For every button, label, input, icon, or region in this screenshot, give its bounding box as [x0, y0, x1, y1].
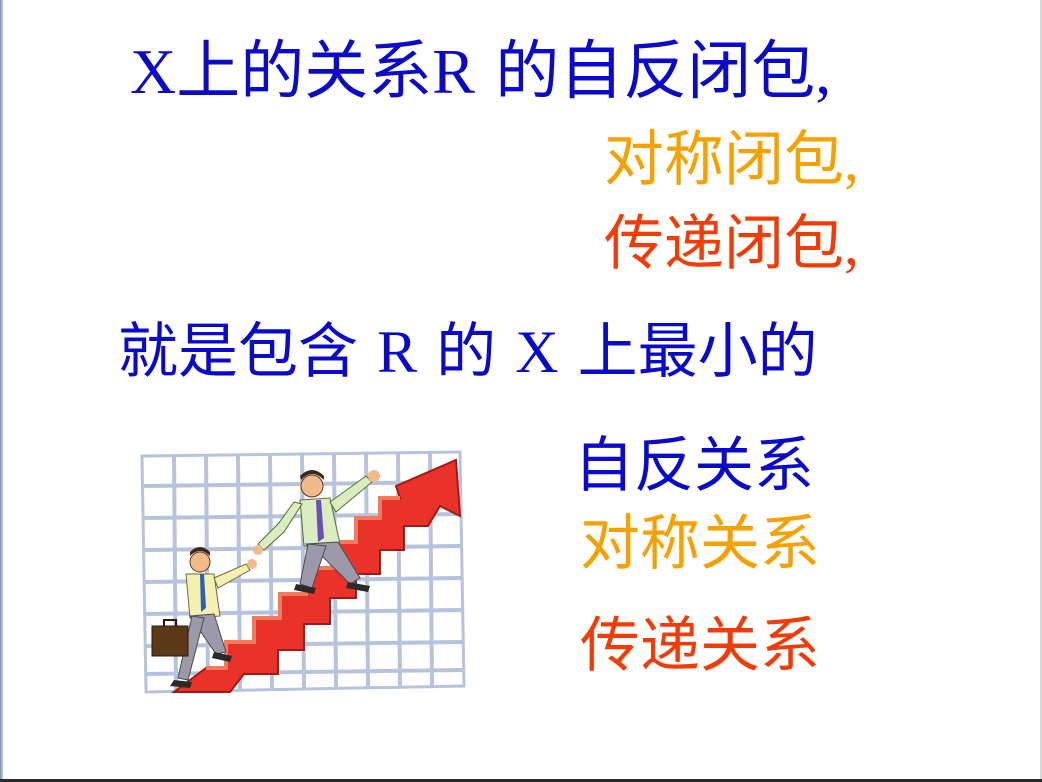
- definition-x-label: X: [515, 319, 559, 385]
- relation-text: 上的关系: [176, 35, 433, 109]
- definition-text-c: 的: [417, 317, 516, 387]
- comma-1: ,: [815, 36, 832, 107]
- comma-2: ,: [844, 127, 859, 193]
- business-growth-staircase-icon: [140, 450, 466, 694]
- slide-left-edge: [0, 0, 3, 782]
- definition-text-a: 就是包含: [118, 317, 378, 387]
- relation-r-label: R: [432, 36, 475, 107]
- transitive-closure-text: 传递闭包: [604, 209, 844, 279]
- set-x-label: X: [130, 36, 177, 107]
- statement-line-closures: X上的关系R 的自反闭包,: [130, 40, 831, 105]
- symmetric-closure-text: 对称闭包: [604, 125, 844, 195]
- transitive-relation-text: 传递关系: [580, 611, 820, 681]
- comma-3: ,: [844, 211, 859, 277]
- definition-line: 就是包含 R 的 X 上最小的: [118, 322, 818, 382]
- reflexive-relation-text: 自反关系: [574, 431, 814, 501]
- symmetric-relation-text: 对称关系: [580, 509, 820, 579]
- definition-text-e: 上最小的: [558, 317, 818, 387]
- symmetric-closure-line: 对称闭包,: [604, 130, 859, 190]
- reflexive-closure-text: 的自反闭包: [474, 35, 816, 109]
- slide-canvas: X上的关系R 的自反闭包, 对称闭包, 传递闭包, 就是包含 R 的 X 上最小…: [0, 0, 1042, 782]
- transitive-closure-line: 传递闭包,: [604, 214, 859, 274]
- definition-r-label: R: [377, 319, 418, 385]
